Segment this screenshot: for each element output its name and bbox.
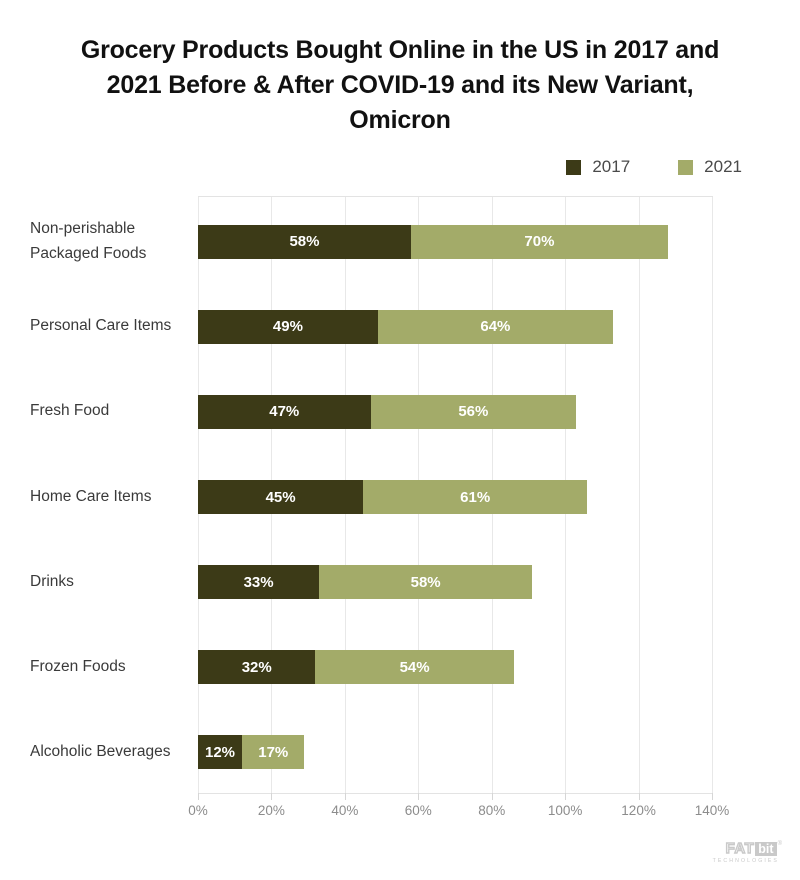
legend-label-2017: 2017 — [592, 157, 631, 176]
bar-value-label: 54% — [399, 658, 430, 676]
legend-swatch-2021 — [678, 159, 694, 175]
logo-trademark-icon: ® — [777, 841, 782, 847]
bar-row[interactable]: 47% 56% — [198, 394, 577, 429]
bar-segment-2021[interactable]: 58% — [319, 565, 533, 600]
bar-value-label: 47% — [269, 403, 300, 421]
tick-mark-140 — [712, 793, 713, 800]
bar-value-label: 64% — [480, 318, 511, 336]
category-label: Drinks — [30, 572, 74, 590]
bar-row[interactable]: 49% 64% — [198, 309, 613, 344]
category-label: Frozen Foods — [30, 657, 126, 675]
tick-label-80: 80% — [478, 803, 506, 818]
tick-label-120: 120% — [621, 803, 656, 818]
chart-page: Grocery Products Bought Online in the US… — [0, 0, 800, 880]
category-label: Home Care Items — [30, 487, 152, 505]
bar-row[interactable]: 12% 17% — [198, 735, 305, 770]
tick-mark-40 — [344, 793, 346, 800]
tick-label-100: 100% — [547, 803, 583, 818]
bar-segment-2021[interactable]: 54% — [315, 650, 514, 685]
bar-segment-2021[interactable]: 56% — [370, 394, 577, 429]
bar-value-label: 17% — [258, 743, 289, 761]
legend-item-2021[interactable]: 2021 — [678, 157, 742, 177]
tick-mark-60 — [418, 793, 420, 800]
bar-segment-2017[interactable]: 33% — [198, 565, 320, 600]
logo-bit-badge: bit — [755, 841, 777, 856]
logo-subtitle: TECHNOLOGIES — [712, 858, 779, 864]
bar-value-label: 58% — [289, 233, 320, 251]
bar-value-label: 56% — [458, 403, 489, 421]
tick-mark-80 — [491, 793, 493, 800]
fatbit-logo: FAT bit ® TECHNOLOGIES — [712, 840, 782, 864]
bar-row[interactable]: 45% 61% — [198, 480, 588, 514]
category-label: Personal Care Items — [30, 317, 172, 335]
bar-segment-2017[interactable]: 32% — [198, 650, 316, 685]
legend-item-2017[interactable]: 2017 — [566, 157, 630, 177]
bar-segment-2017[interactable]: 12% — [198, 735, 243, 770]
bar-value-label: 49% — [272, 318, 303, 336]
logo-wordmark: FAT bit ® — [725, 840, 782, 857]
bar-segment-2021[interactable]: 17% — [242, 735, 305, 770]
logo-fat-text: FAT — [725, 840, 755, 857]
bar-segment-2021[interactable]: 64% — [377, 309, 613, 344]
bar-segment-2017[interactable]: 49% — [198, 309, 378, 344]
tick-mark-0 — [198, 793, 199, 800]
plot-area: 58% 70% 49% 64% 47% 56% 45% 61% 33% 58% 32% 54% 12% 1… — [198, 196, 713, 794]
bar-value-label: 61% — [460, 488, 491, 506]
bar-row[interactable]: 58% 70% — [198, 224, 668, 259]
bar-segment-2017[interactable]: 45% — [198, 480, 364, 514]
value-axis: 0% 20% 40% 60% 80% 100% 120% 140% — [188, 793, 729, 823]
bar-row[interactable]: 32% 54% — [198, 650, 514, 685]
bar-value-label: 45% — [265, 488, 296, 506]
category-label: Fresh Food — [30, 402, 110, 420]
bar-segment-2017[interactable]: 58% — [198, 224, 411, 259]
tick-label-20: 20% — [257, 803, 285, 818]
category-label: Alcoholic Beverages — [30, 742, 171, 760]
bar-value-label: 32% — [241, 658, 272, 676]
chart-legend: 2017 2021 — [566, 157, 742, 177]
tick-label-60: 60% — [404, 803, 432, 818]
plot-wrapper: Non-perishable Packaged Foods Personal Ca… — [0, 196, 800, 818]
bar-row[interactable]: 33% 58% — [198, 565, 533, 600]
tick-label-40: 40% — [331, 803, 359, 818]
gridline-120 — [638, 197, 640, 793]
tick-mark-100 — [565, 793, 567, 800]
bar-segment-2017[interactable]: 47% — [198, 394, 371, 429]
tick-mark-120 — [638, 793, 640, 800]
tick-label-0: 0% — [188, 803, 208, 818]
bar-value-label: 58% — [410, 573, 441, 591]
legend-swatch-2017 — [566, 159, 582, 175]
gridline-140 — [712, 197, 713, 793]
legend-label-2021: 2021 — [704, 157, 742, 176]
category-axis-labels: Non-perishable Packaged Foods Personal Ca… — [30, 196, 190, 792]
bar-value-label: 70% — [524, 233, 555, 251]
category-label: Non-perishable Packaged Foods — [30, 219, 147, 262]
bar-value-label: 33% — [243, 573, 274, 591]
tick-label-140: 140% — [694, 803, 730, 818]
bar-segment-2021[interactable]: 61% — [363, 480, 588, 514]
page-title: Grocery Products Bought Online in the US… — [80, 36, 720, 134]
bar-segment-2021[interactable]: 70% — [410, 224, 668, 259]
bar-value-label: 12% — [205, 743, 236, 761]
tick-mark-20 — [271, 793, 273, 800]
